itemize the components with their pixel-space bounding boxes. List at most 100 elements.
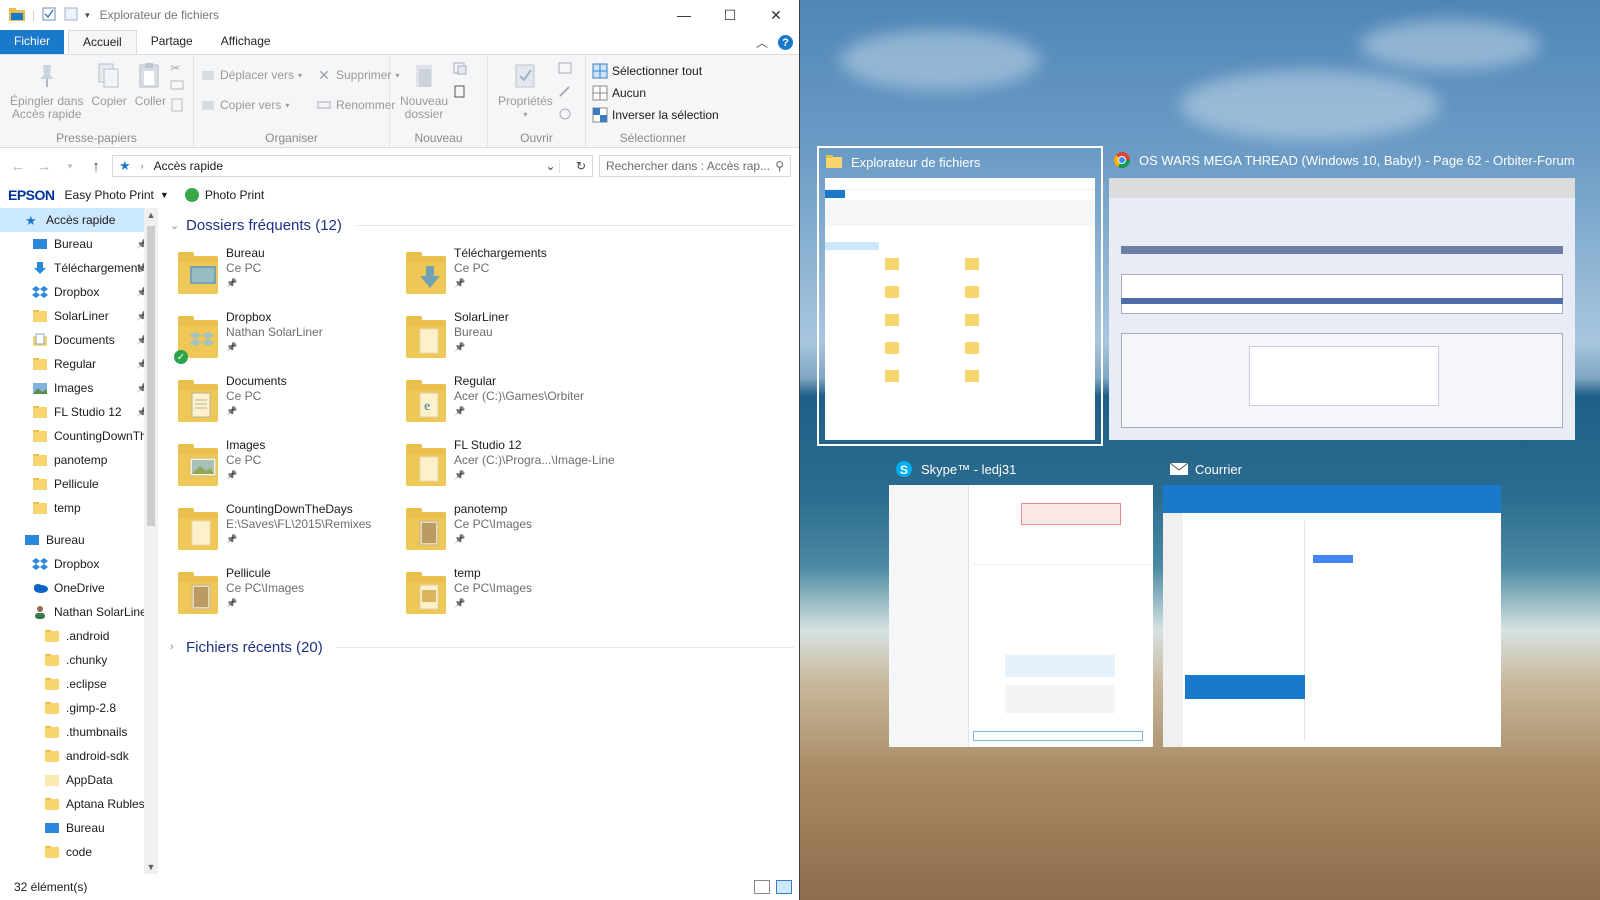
minimize-button[interactable]: — [661,0,707,30]
copy-to-button[interactable]: Copier vers ▾ [200,97,302,113]
folder-tile[interactable]: Documents Ce PC 📌 [178,372,406,436]
nav-item[interactable]: SolarLiner 📌 [0,304,158,328]
paste-shortcut-icon[interactable] [170,98,184,115]
taskview-explorer[interactable]: Explorateur de fichiers [817,146,1103,446]
nav-item[interactable]: code [0,840,158,864]
section-recent-files[interactable]: › Fichiers récents (20) [164,634,794,660]
nav-item[interactable]: FL Studio 12 📌 [0,400,158,424]
folder-tile[interactable]: FL Studio 12 Acer (C:)\Progra...\Image-Li… [406,436,634,500]
dropdown-icon[interactable]: ▼ [160,190,169,200]
group-label-new: Nouveau [414,131,463,145]
folder-tile[interactable]: temp Ce PC\Images 📌 [406,564,634,628]
customize-qat-icon[interactable]: ▾ [85,10,90,21]
nav-scrollbar[interactable]: ▲ ▼ [144,208,158,874]
folder-tile[interactable]: CountingDownTheDays E:\Saves\FL\2015\Remi… [178,500,406,564]
photo-print-button[interactable]: Photo Print [205,188,264,202]
nav-item[interactable]: Bureau [0,528,158,552]
address-bar[interactable]: ★ › Accès rapide ⌄ ↻ [112,155,593,177]
nav-item[interactable]: .chunky [0,648,158,672]
address-dropdown-icon[interactable]: ⌄ [542,159,560,173]
nav-item[interactable]: .gimp-2.8 [0,696,158,720]
scroll-down-icon[interactable]: ▼ [144,862,158,872]
easy-photo-print-button[interactable]: Easy Photo Print [65,188,154,202]
tab-home[interactable]: Accueil [68,30,137,54]
up-button[interactable]: ↑ [86,158,106,175]
nav-item[interactable]: Nathan SolarLiner [0,600,158,624]
copy-path-icon[interactable] [170,79,184,94]
search-input[interactable]: Rechercher dans : Accès rap... ⚲ [599,155,791,177]
svg-text:★: ★ [25,214,37,227]
nav-item[interactable]: Pellicule [0,472,158,496]
folder-tile[interactable]: Pellicule Ce PC\Images 📌 [178,564,406,628]
nav-item[interactable]: Bureau [0,816,158,840]
select-none-button[interactable]: Aucun [592,85,719,101]
close-button[interactable]: ✕ [753,0,799,30]
refresh-icon[interactable]: ↻ [570,159,592,173]
scroll-thumb[interactable] [147,226,155,526]
nav-item[interactable]: Aptana Rubles [0,792,158,816]
rename-button[interactable]: Renommer [316,97,399,113]
properties-button[interactable]: Propriétés ▾ [494,59,557,131]
taskview-mail[interactable]: Courrier [1163,455,1505,755]
history-icon[interactable] [557,107,573,124]
nav-item[interactable]: Dropbox 📌 [0,280,158,304]
folder-icon[interactable] [8,6,26,25]
nav-item[interactable]: .android [0,624,158,648]
folder-tile[interactable]: e Regular Acer (C:)\Games\Orbiter 📌 [406,372,634,436]
open-icon[interactable] [557,61,573,78]
tab-file[interactable]: Fichier [0,30,65,54]
nav-item[interactable]: android-sdk [0,744,158,768]
forward-button[interactable]: → [34,158,54,175]
details-view-icon[interactable] [754,880,770,894]
new-folder-button[interactable]: Nouveau dossier [396,59,452,131]
new-item-icon[interactable] [452,61,468,78]
maximize-button[interactable]: ☐ [707,0,753,30]
nav-item[interactable]: ★ Accès rapide [0,208,158,232]
folder-tile[interactable]: Téléchargements Ce PC 📌 [406,244,634,308]
folder-tile[interactable]: panotemp Ce PC\Images 📌 [406,500,634,564]
folder-tile[interactable]: SolarLiner Bureau 📌 [406,308,634,372]
nav-item[interactable]: .eclipse [0,672,158,696]
paste-button[interactable]: Coller [131,59,170,131]
nav-item[interactable]: Dropbox [0,552,158,576]
properties-icon[interactable] [41,6,57,25]
taskview-skype[interactable]: S Skype™ - ledj31 [889,455,1159,755]
scroll-up-icon[interactable]: ▲ [144,210,158,220]
nav-item[interactable]: Documents 📌 [0,328,158,352]
select-all-button[interactable]: Sélectionner tout [592,63,719,79]
nav-item[interactable]: Regular 📌 [0,352,158,376]
nav-item[interactable]: panotemp [0,448,158,472]
nav-item[interactable]: AppData [0,768,158,792]
folder-location: Ce PC\Images [454,517,533,531]
cut-icon[interactable]: ✂ [170,61,184,75]
nav-item[interactable]: .thumbnails [0,720,158,744]
back-button[interactable]: ← [8,158,28,175]
invert-selection-button[interactable]: Inverser la sélection [592,107,719,123]
nav-item[interactable]: OneDrive [0,576,158,600]
easy-access-icon[interactable] [452,84,468,101]
tab-view[interactable]: Affichage [207,30,285,54]
nav-item[interactable]: Téléchargements 📌 [0,256,158,280]
move-to-button[interactable]: Déplacer vers ▾ [200,67,302,83]
edit-icon[interactable] [557,84,573,101]
collapse-ribbon-icon[interactable]: ︿ [756,34,768,51]
folder-tile[interactable]: Images Ce PC 📌 [178,436,406,500]
nav-item[interactable]: Images 📌 [0,376,158,400]
delete-button[interactable]: ✕ Supprimer ▾ [316,67,399,83]
help-icon[interactable]: ? [778,35,793,50]
nav-item[interactable]: Bureau 📌 [0,232,158,256]
folder-tile[interactable]: ✓ Dropbox Nathan SolarLiner 📌 [174,308,406,372]
new-folder-icon[interactable] [63,6,79,25]
nav-item[interactable]: temp [0,496,158,520]
recent-locations-icon[interactable]: ▾ [60,161,80,172]
tab-share[interactable]: Partage [137,30,207,54]
pin-quick-access-button[interactable]: Épingler dans Accès rapide [6,59,87,131]
chevron-down-icon: ⌄ [170,219,180,232]
nav-item-label: Accès rapide [46,213,116,227]
taskview-chrome[interactable]: OS WARS MEGA THREAD (Windows 10, Baby!) … [1107,146,1577,446]
copy-button[interactable]: Copier [87,59,130,131]
nav-item[interactable]: CountingDownTheDays [0,424,158,448]
folder-tile[interactable]: Bureau Ce PC 📌 [178,244,406,308]
tiles-view-icon[interactable] [776,880,792,894]
section-frequent-folders[interactable]: ⌄ Dossiers fréquents (12) [164,212,794,238]
